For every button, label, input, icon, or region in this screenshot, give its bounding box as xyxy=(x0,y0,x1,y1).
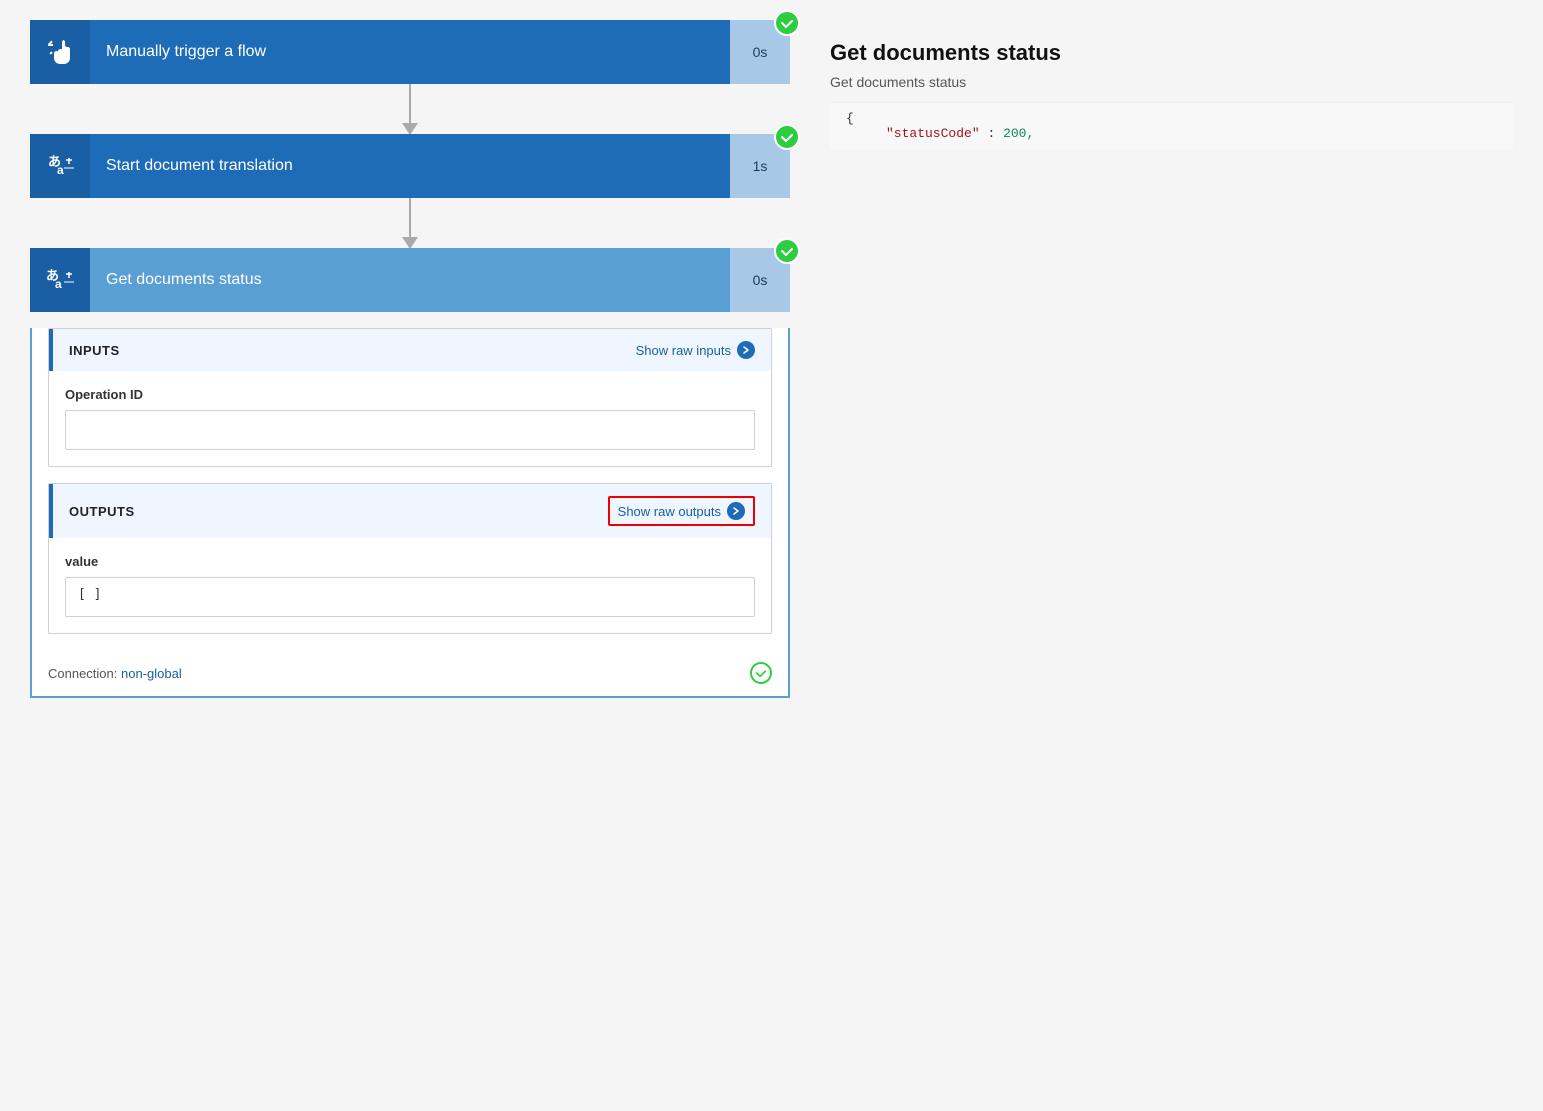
translation-step-icon: あ a xyxy=(30,134,90,198)
connection-footer: Connection: non-global xyxy=(32,650,788,696)
operation-id-value xyxy=(65,410,755,450)
status-step: あ a Get documents status 0s INPUTS xyxy=(30,248,790,698)
trigger-hand-icon xyxy=(44,36,76,68)
trigger-check-icon xyxy=(780,16,794,30)
value-box: [ ] xyxy=(65,577,755,617)
svg-text:a: a xyxy=(57,163,64,177)
right-panel-subtitle: Get documents status xyxy=(830,74,1513,90)
translation-success-badge xyxy=(774,124,800,150)
flow-container: Manually trigger a flow 0s あ a Star xyxy=(20,20,800,698)
inputs-section: INPUTS Show raw inputs Operation ID xyxy=(48,328,772,467)
inputs-label: INPUTS xyxy=(69,343,636,358)
show-raw-outputs-text: Show raw outputs xyxy=(618,504,721,519)
trigger-step-header[interactable]: Manually trigger a flow 0s xyxy=(30,20,790,84)
inputs-section-header: INPUTS Show raw inputs xyxy=(49,329,771,371)
outputs-field-group: value [ ] xyxy=(49,538,771,633)
status-code-key: "statusCode" xyxy=(886,126,980,141)
translation-check-icon xyxy=(780,130,794,144)
connection-label: Connection: xyxy=(48,666,117,681)
status-step-header[interactable]: あ a Get documents status 0s xyxy=(30,248,790,312)
status-check-icon xyxy=(780,244,794,258)
arrow-2 xyxy=(409,198,411,248)
outputs-section-header: OUTPUTS Show raw outputs xyxy=(49,484,771,538)
show-raw-outputs-link[interactable]: Show raw outputs xyxy=(608,496,755,526)
status-code-value: 200, xyxy=(1003,126,1034,141)
translation-step-header[interactable]: あ a Start document translation 1s xyxy=(30,134,790,198)
status-step-title: Get documents status xyxy=(90,271,730,289)
value-label: value xyxy=(65,554,755,569)
trigger-step-title: Manually trigger a flow xyxy=(90,43,730,61)
status-step-expanded: INPUTS Show raw inputs Operation ID xyxy=(30,328,790,698)
operation-id-label: Operation ID xyxy=(65,387,755,402)
inputs-field-group: Operation ID xyxy=(49,371,771,466)
inputs-chevron-svg xyxy=(741,345,751,355)
bracket-value: [ ] xyxy=(78,587,101,602)
trigger-success-badge xyxy=(774,10,800,36)
connection-check-svg xyxy=(755,667,767,679)
colon: : xyxy=(987,126,995,141)
connection-check-icon xyxy=(750,662,772,684)
arrow-1 xyxy=(409,84,411,134)
outputs-section: OUTPUTS Show raw outputs value [ ] xyxy=(48,483,772,634)
show-raw-inputs-link[interactable]: Show raw inputs xyxy=(636,341,755,359)
status-success-badge xyxy=(774,238,800,264)
outputs-label: OUTPUTS xyxy=(69,504,608,519)
inputs-chevron-icon xyxy=(737,341,755,359)
outputs-chevron-icon xyxy=(727,502,745,520)
connection-info: Connection: non-global xyxy=(48,666,182,681)
right-panel-title: Get documents status xyxy=(830,40,1513,66)
status-step-icon: あ a xyxy=(30,248,90,312)
code-block: { "statusCode" : 200, xyxy=(830,102,1513,149)
translation-step: あ a Start document translation 1s xyxy=(30,134,790,198)
right-panel: Get documents status Get documents statu… xyxy=(820,20,1523,698)
svg-text:a: a xyxy=(55,277,62,291)
opening-brace: { xyxy=(846,111,854,126)
show-raw-inputs-text: Show raw inputs xyxy=(636,343,731,358)
code-indent: "statusCode" : 200, xyxy=(846,126,1034,141)
translation-icon-svg: あ a xyxy=(44,150,76,182)
outputs-chevron-svg xyxy=(731,506,741,516)
trigger-step: Manually trigger a flow 0s xyxy=(30,20,790,84)
connection-value-link[interactable]: non-global xyxy=(121,666,182,681)
translation-step-title: Start document translation xyxy=(90,157,730,175)
status-icon-svg: あ a xyxy=(44,264,76,296)
trigger-step-icon xyxy=(30,20,90,84)
